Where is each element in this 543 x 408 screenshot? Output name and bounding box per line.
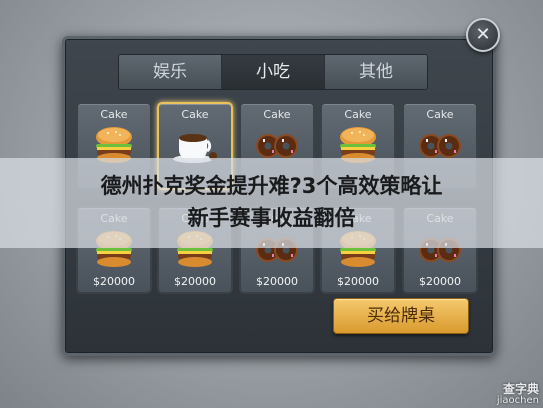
item-name: Cake (263, 108, 291, 121)
item-name: Cake (100, 108, 128, 121)
headline-line-2: 新手赛事收益翻倍 (187, 206, 356, 230)
item-name: Cake (426, 108, 454, 121)
item-name: Cake (181, 108, 209, 121)
item-price: $20000 (337, 275, 379, 288)
headline-text: 德州扑克奖金提升难?3个高效策略让 新手赛事收益翻倍 (10, 170, 533, 234)
close-icon[interactable]: ✕ (466, 18, 500, 52)
buy-for-table-button[interactable]: 买给牌桌 (333, 298, 469, 334)
watermark: 查字典 jiaochen (496, 382, 539, 406)
tab-snacks[interactable]: 小吃 (222, 55, 325, 89)
item-price: $20000 (93, 275, 135, 288)
watermark-line-1: 查字典 (502, 382, 539, 396)
watermark-line-2: jiaochen (496, 395, 539, 406)
category-tabs: 娱乐 小吃 其他 (118, 54, 428, 90)
item-price: $20000 (256, 275, 298, 288)
item-price: $20000 (419, 275, 461, 288)
tab-other[interactable]: 其他 (325, 55, 427, 89)
item-price: $20000 (174, 275, 216, 288)
headline-line-1: 德州扑克奖金提升难?3个高效策略让 (100, 174, 443, 198)
tab-entertainment[interactable]: 娱乐 (119, 55, 222, 89)
item-name: Cake (344, 108, 372, 121)
